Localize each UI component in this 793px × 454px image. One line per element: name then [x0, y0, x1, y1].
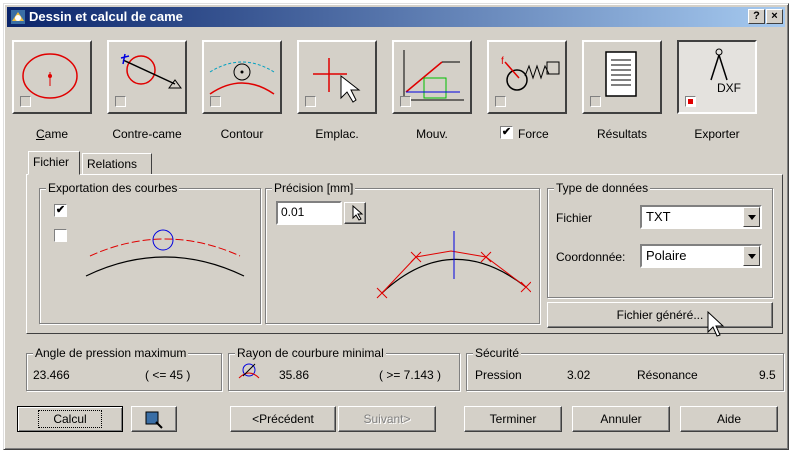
precision-title: Précision [mm] [272, 181, 356, 195]
contre-came-checkbox[interactable] [115, 96, 126, 107]
tab-panel: Exportation des courbes ✔ Précision [mm]… [26, 174, 783, 334]
coordonnee-select[interactable]: Polaire [640, 244, 762, 268]
svg-text:f: f [501, 56, 504, 67]
fichier-dropdown-icon[interactable] [743, 207, 760, 227]
came-label: Came [35, 127, 68, 141]
title-bar: Dessin et calcul de came ? × [7, 7, 785, 27]
pick-cursor-icon [352, 204, 364, 221]
emplacement-tool-button[interactable] [297, 40, 377, 114]
app-icon [11, 10, 25, 24]
close-button[interactable]: × [766, 9, 783, 24]
magnifier-icon [145, 411, 163, 429]
calcul-button[interactable]: Calcul [17, 406, 123, 432]
curvature-radius-limit: ( >= 7.143 ) [379, 368, 442, 382]
security-group: Sécurité Pression 3.02 Résonance 9.5 [466, 346, 784, 391]
export-curves-group: Exportation des courbes ✔ [39, 181, 261, 324]
resultats-checkbox[interactable] [590, 96, 601, 107]
precision-preview [376, 231, 531, 299]
pressure-angle-title: Angle de pression maximum [33, 346, 189, 360]
precedent-button[interactable]: <Précédent [230, 406, 336, 432]
coordonnee-dropdown-icon[interactable] [743, 246, 760, 266]
window-title: Dessin et calcul de came [29, 9, 183, 24]
terminer-button[interactable]: Terminer [464, 406, 562, 432]
pressure-angle-group: Angle de pression maximum 23.466 ( <= 45… [26, 346, 222, 391]
pressure-angle-value: 23.466 [33, 368, 70, 382]
curvature-radius-value: 35.86 [279, 368, 310, 382]
calcul-label: Calcul [38, 410, 102, 428]
suivant-button[interactable]: Suivant> [338, 406, 436, 432]
contour-checkbox[interactable] [210, 96, 221, 107]
mouvement-checkbox[interactable] [400, 96, 411, 107]
dialog-window: Dessin et calcul de came ? × f DXF Came … [3, 3, 789, 450]
came-checkbox[interactable] [20, 96, 31, 107]
contre-came-label: Contre-came [112, 127, 182, 141]
data-type-title: Type de données [554, 181, 651, 195]
coordonnee-label: Coordonnée: [556, 250, 626, 264]
tab-fichier[interactable]: Fichier [28, 151, 80, 175]
emplacement-label: Emplac. [315, 127, 359, 141]
pression-value: 3.02 [567, 368, 591, 382]
came-tool-button[interactable] [12, 40, 92, 114]
emplacement-checkbox[interactable] [305, 96, 316, 107]
contre-came-tool-button[interactable] [107, 40, 187, 114]
contour-tool-button[interactable] [202, 40, 282, 114]
precision-input[interactable]: 0.01 [276, 201, 342, 225]
force-label: Force [518, 127, 549, 141]
exporter-checkbox[interactable] [685, 96, 696, 107]
mouse-cursor-icon [707, 310, 725, 337]
zoom-button[interactable] [131, 406, 177, 432]
resultats-label: Résultats [596, 127, 648, 141]
fichier-label: Fichier [556, 211, 593, 225]
mouvement-label: Mouv. [416, 127, 448, 141]
force-icon-checkbox[interactable] [495, 96, 506, 107]
help-button[interactable]: ? [748, 9, 765, 24]
export-curves-title: Exportation des courbes [46, 181, 180, 195]
precision-pick-button[interactable] [344, 202, 366, 224]
resonance-label: Résonance [637, 368, 698, 382]
curvature-radius-group: Rayon de courbure minimal 35.86 ( >= 7.1… [228, 346, 460, 391]
pressure-angle-limit: ( <= 45 ) [145, 368, 191, 382]
aide-button[interactable]: Aide [680, 406, 778, 432]
resonance-value: 9.5 [759, 368, 776, 382]
contour-label: Contour [220, 127, 264, 141]
force-checkbox[interactable]: ✔ [500, 126, 513, 139]
tab-relations[interactable]: Relations [82, 153, 152, 175]
resultats-tool-button[interactable] [582, 40, 662, 114]
annuler-button[interactable]: Annuler [572, 406, 670, 432]
fichier-select[interactable]: TXT [640, 205, 762, 229]
export-curve-checkbox-2[interactable] [54, 229, 67, 242]
radius-icon [238, 363, 260, 379]
export-curve-checkbox-1[interactable]: ✔ [54, 204, 67, 217]
exporter-label: Exporter [694, 127, 740, 141]
pression-label: Pression [475, 368, 522, 382]
coordonnee-select-value: Polaire [646, 248, 687, 263]
precision-group: Précision [mm] 0.01 [265, 181, 540, 324]
exporter-tool-button[interactable]: DXF [677, 40, 757, 114]
data-type-group: Type de données Fichier TXT Coordonnée: … [547, 181, 773, 298]
curvature-radius-title: Rayon de courbure minimal [235, 346, 386, 360]
mouvement-tool-button[interactable] [392, 40, 472, 114]
force-tool-button[interactable]: f [487, 40, 567, 114]
fichier-genere-button[interactable]: Fichier généré... [547, 302, 773, 328]
export-curves-preview [85, 229, 245, 277]
fichier-select-value: TXT [646, 209, 671, 224]
dxf-label: DXF [717, 81, 741, 95]
security-title: Sécurité [473, 346, 522, 360]
